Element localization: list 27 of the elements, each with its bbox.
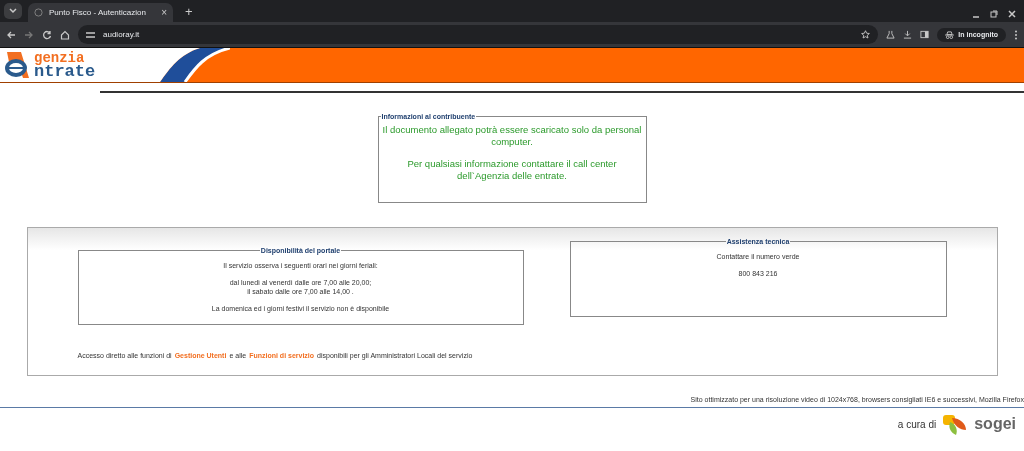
site-settings-icon[interactable] — [86, 30, 95, 39]
forward-icon[interactable] — [24, 29, 34, 40]
restore-icon[interactable] — [990, 10, 998, 18]
home-icon[interactable] — [60, 29, 70, 40]
logo-text: ntrate — [34, 65, 96, 79]
info-message: Per qualsiasi informazione contattare il call center dell`Agenzia delle entrate. — [406, 158, 618, 182]
back-icon[interactable] — [6, 29, 16, 40]
incognito-icon — [945, 30, 955, 39]
new-tab-button[interactable]: + — [179, 3, 199, 20]
credit-text: a cura di — [897, 418, 937, 430]
close-tab-button[interactable]: × — [161, 7, 167, 18]
info-message: Il documento allegato potrà essere scaricato solo da personal computer. — [381, 124, 643, 148]
close-icon[interactable] — [1008, 10, 1016, 18]
side-panel-icon[interactable] — [920, 30, 930, 39]
download-icon[interactable] — [903, 30, 913, 39]
flask-icon[interactable] — [886, 30, 896, 39]
leaf-logo-icon — [942, 412, 969, 436]
logo-text: genzia — [34, 51, 85, 65]
address-bar[interactable]: audioray.it — [78, 25, 879, 44]
caret-icon — [9, 8, 17, 14]
browser-tab[interactable]: Punto Fisco - Autenticazion × — [28, 3, 173, 22]
brand-name: sogei — [974, 415, 1016, 433]
menu-icon[interactable] — [1014, 29, 1018, 40]
globe-icon — [34, 8, 43, 17]
tab-list-button[interactable] — [4, 3, 22, 19]
reload-icon[interactable] — [42, 29, 52, 40]
star-icon[interactable] — [861, 30, 871, 39]
